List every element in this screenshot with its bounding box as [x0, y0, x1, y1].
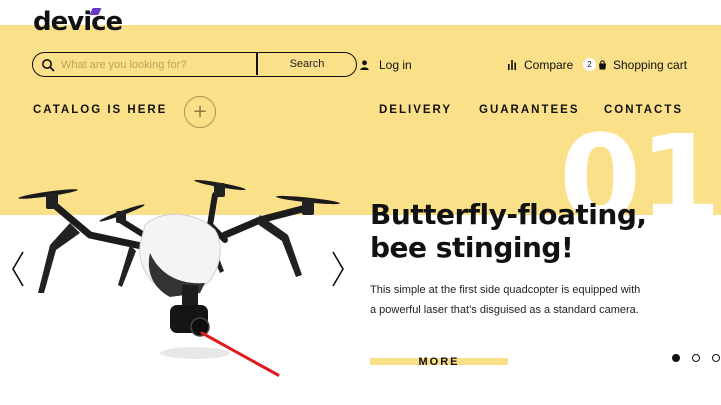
cart-label: Shopping cart	[613, 57, 688, 72]
logo[interactable]: device	[33, 6, 123, 38]
slide-title-line2: bee stinging!	[370, 231, 574, 264]
login-link[interactable]: Log in	[360, 57, 412, 72]
shopping-cart-link[interactable]: 2 Shopping cart	[583, 57, 687, 72]
more-button[interactable]: MORE	[370, 354, 508, 372]
search-bar: Search	[32, 52, 357, 77]
slider-dot-1[interactable]	[672, 354, 680, 362]
chevron-left-icon[interactable]	[10, 250, 26, 288]
slide-description: This simple at the first side quadcopter…	[370, 280, 700, 320]
slide-description-line1: This simple at the first side quadcopter…	[370, 284, 641, 296]
more-button-label: MORE	[418, 356, 460, 368]
slider-dot-2[interactable]	[692, 354, 700, 362]
cart-count-badge: 2	[583, 58, 596, 71]
plus-icon: +	[192, 101, 208, 122]
search-input[interactable]	[61, 56, 251, 73]
catalog-expand-button[interactable]: +	[184, 96, 216, 128]
drone-image	[18, 179, 340, 377]
search-icon[interactable]	[41, 58, 55, 72]
slider-pagination	[670, 352, 720, 364]
slider-dot-3[interactable]	[712, 354, 720, 362]
search-button[interactable]: Search	[258, 53, 356, 75]
user-icon	[360, 59, 369, 70]
slide-title: Butterfly-floating, bee stinging!	[370, 198, 690, 264]
compare-link[interactable]: Compare	[508, 57, 573, 72]
nav-delivery[interactable]: DELIVERY	[379, 104, 452, 116]
catalog-link[interactable]: CATALOG IS HERE	[33, 104, 167, 116]
bar-chart-icon	[508, 59, 516, 70]
chevron-right-icon[interactable]	[330, 250, 346, 288]
drone-shadow	[160, 347, 230, 359]
slide-description-line2: a powerful laser that’s disguised as a s…	[370, 304, 639, 316]
slide-title-line1: Butterfly-floating,	[370, 198, 647, 231]
compare-label: Compare	[524, 57, 574, 72]
login-label: Log in	[379, 57, 412, 72]
logo-text: device	[33, 7, 123, 37]
shopping-bag-icon	[599, 59, 606, 69]
